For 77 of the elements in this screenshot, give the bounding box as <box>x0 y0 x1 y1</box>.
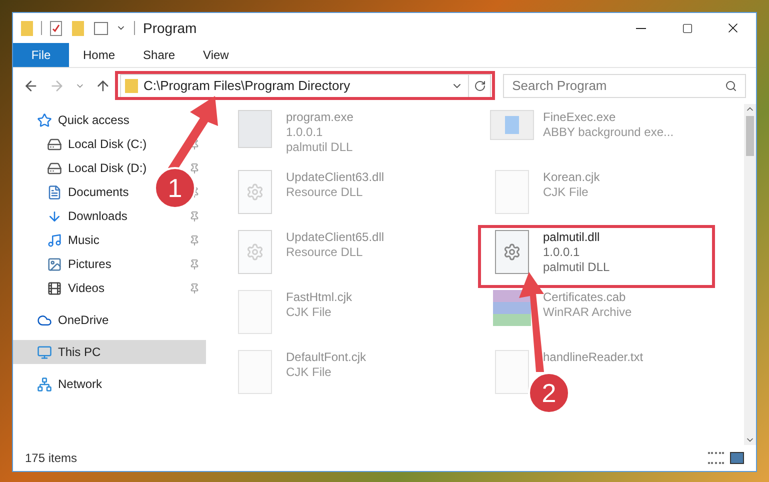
gear-file-icon <box>238 230 272 274</box>
music-note-icon <box>47 232 62 248</box>
scrollbar[interactable] <box>744 104 756 445</box>
sidebar-label: This PC <box>58 344 101 361</box>
search-field[interactable]: Search Program <box>503 74 746 98</box>
ribbon-tab[interactable]: Home <box>69 43 130 67</box>
up-icon[interactable] <box>94 78 110 94</box>
sidebar-item[interactable]: Videos <box>13 276 153 300</box>
folder-icon <box>125 79 138 93</box>
blank-file-icon <box>238 350 272 394</box>
folder-icon <box>72 20 84 36</box>
blank-file-icon <box>495 350 529 394</box>
refresh-icon[interactable] <box>474 80 486 92</box>
file-detail: palmutil DLL <box>286 140 354 155</box>
sidebar-item[interactable]: Music <box>13 228 153 252</box>
large-icons-view-icon[interactable] <box>730 452 744 464</box>
sidebar-label: Downloads <box>68 208 128 225</box>
sidebar-item[interactable]: Pictures <box>13 252 153 276</box>
blank-file-icon <box>238 290 272 334</box>
view-options-icon <box>94 22 108 34</box>
sidebar-item[interactable]: Local Disk (C:) <box>13 132 153 156</box>
ribbon-tab[interactable]: View <box>189 43 243 67</box>
sidebar-item[interactable]: Quick access <box>13 108 153 132</box>
monitor-icon <box>37 344 52 360</box>
item-count: 175 items <box>25 450 78 467</box>
program-icon <box>238 110 272 148</box>
scroll-thumb[interactable] <box>746 116 754 156</box>
file-detail: CJK File <box>286 365 332 380</box>
file-detail: CJK File <box>543 185 590 200</box>
maximize-icon <box>682 22 692 34</box>
drive-icon <box>47 136 62 152</box>
film-icon <box>47 280 62 296</box>
file-detail: CJK File <box>286 305 332 320</box>
file-detail: Resource DLL <box>286 185 364 200</box>
file-detail: palmutil DLL <box>543 260 610 275</box>
document-icon <box>47 184 62 200</box>
sidebar-label: Documents <box>68 184 129 201</box>
sidebar-label: Quick access <box>58 112 130 129</box>
drive-icon <box>47 160 62 176</box>
sidebar-label: OneDrive <box>58 312 109 329</box>
archive-icon <box>493 290 531 326</box>
search-icon[interactable] <box>725 80 738 92</box>
picture-icon <box>47 256 62 272</box>
details-view-icon[interactable] <box>708 452 724 464</box>
file-detail: 1.0.0.1 <box>286 125 324 140</box>
folder-icon <box>21 20 33 36</box>
ribbon-tab[interactable]: Share <box>129 43 190 67</box>
sidebar-item[interactable]: Downloads <box>13 204 153 228</box>
cloud-icon <box>37 312 52 328</box>
file-detail: Resource DLL <box>286 245 364 260</box>
address-path: C:\Program Files\Program Directory <box>143 77 350 96</box>
blank-file-icon <box>495 170 529 214</box>
sidebar-label: Pictures <box>68 256 112 273</box>
properties-icon <box>50 20 62 36</box>
gear-file-icon <box>495 230 529 274</box>
search-input[interactable]: Search Program <box>512 76 726 96</box>
sidebar-label: Network <box>58 376 102 393</box>
sidebar-item[interactable]: OneDrive <box>13 308 153 332</box>
window-title: Program <box>143 18 197 38</box>
sidebar-item[interactable]: This PC <box>13 340 206 364</box>
file-detail: WinRAR Archive <box>543 305 632 320</box>
network-icon <box>37 376 52 392</box>
window-icon <box>490 110 534 140</box>
back-icon[interactable] <box>23 78 39 94</box>
gear-file-icon <box>238 170 272 214</box>
file-detail: 1.0.0.1 <box>543 245 581 260</box>
file-detail: ABBY background exe... <box>543 125 674 140</box>
sidebar-item[interactable]: Documents <box>13 180 153 204</box>
sidebar-label: Music <box>68 232 100 249</box>
sidebar-item[interactable]: Local Disk (D:) <box>13 156 153 180</box>
file-name[interactable]: palmutil.dll <box>543 230 610 245</box>
sidebar-label: Local Disk (D:) <box>68 160 147 177</box>
sidebar-label: Local Disk (C:) <box>68 136 147 153</box>
download-icon <box>47 208 62 224</box>
sidebar-item[interactable]: Network <box>13 372 153 396</box>
sidebar-label: Videos <box>68 280 104 297</box>
star-icon <box>37 112 52 128</box>
